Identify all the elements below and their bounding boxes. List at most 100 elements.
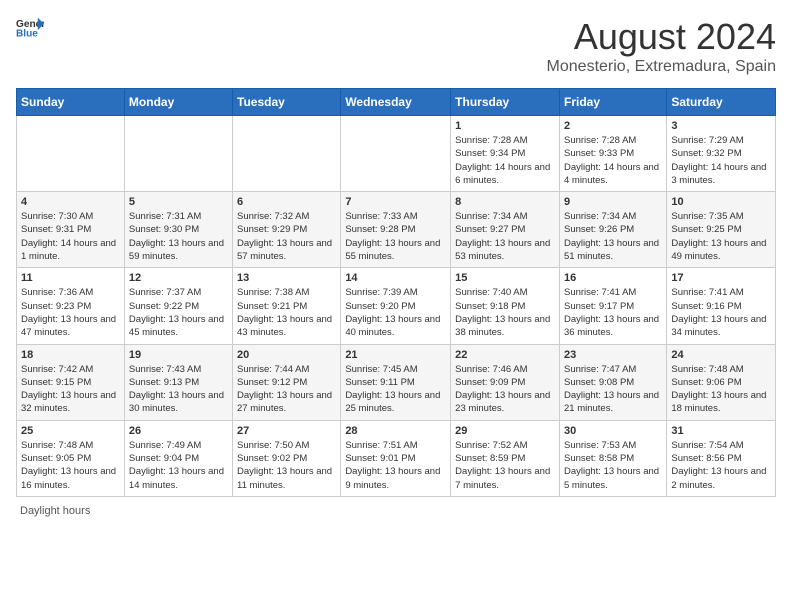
day-info: Sunrise: 7:35 AM Sunset: 9:25 PM Dayligh… [671, 210, 771, 263]
calendar-day-cell: 29 Sunrise: 7:52 AM Sunset: 8:59 PM Dayli… [451, 420, 560, 496]
day-number: 23 [564, 349, 662, 361]
calendar-day-cell [17, 116, 125, 192]
location: Monesterio, Extremadura, Spain [547, 58, 776, 76]
calendar-day-cell: 4 Sunrise: 7:30 AM Sunset: 9:31 PM Daylig… [17, 192, 125, 268]
calendar-day-cell: 18 Sunrise: 7:42 AM Sunset: 9:15 PM Dayli… [17, 344, 125, 420]
day-info: Sunrise: 7:37 AM Sunset: 9:22 PM Dayligh… [129, 286, 228, 339]
calendar-week-row: 18 Sunrise: 7:42 AM Sunset: 9:15 PM Dayli… [17, 344, 776, 420]
calendar-day-cell: 25Sunrise: 7:48 AM Sunset: 9:05 PM Dayli… [17, 420, 125, 496]
day-number: 2 [564, 120, 662, 132]
page: General Blue August 2024 Monesterio, Ext… [0, 0, 792, 527]
day-info: Sunrise: 7:47 AM Sunset: 9:08 PM Dayligh… [564, 363, 662, 416]
day-number: 15 [455, 272, 555, 284]
day-info: Sunrise: 7:30 AM Sunset: 9:31 PM Dayligh… [21, 210, 120, 263]
calendar-day-cell: 16 Sunrise: 7:41 AM Sunset: 9:17 PM Dayli… [559, 268, 666, 344]
day-info: Sunrise: 7:41 AM Sunset: 9:17 PM Dayligh… [564, 286, 662, 339]
day-number: 4 [21, 196, 120, 208]
calendar-header-cell: Wednesday [341, 89, 451, 116]
calendar-header-cell: Monday [124, 89, 232, 116]
day-number: 7 [345, 196, 446, 208]
calendar-day-cell: 1 Sunrise: 7:28 AM Sunset: 9:34 PM Daylig… [451, 116, 560, 192]
day-info: Sunrise: 7:32 AM Sunset: 9:29 PM Dayligh… [237, 210, 336, 263]
day-info: Sunrise: 7:39 AM Sunset: 9:20 PM Dayligh… [345, 286, 446, 339]
calendar-header-row: SundayMondayTuesdayWednesdayThursdayFrid… [17, 89, 776, 116]
calendar-day-cell: 23 Sunrise: 7:47 AM Sunset: 9:08 PM Dayli… [559, 344, 666, 420]
day-info: Sunrise: 7:48 AM Sunset: 9:06 PM Dayligh… [671, 363, 771, 416]
daylight-hours-label: Daylight hours [20, 505, 90, 517]
day-info: Sunrise: 7:28 AM Sunset: 9:34 PM Dayligh… [455, 134, 555, 187]
calendar-body: 1 Sunrise: 7:28 AM Sunset: 9:34 PM Daylig… [17, 116, 776, 497]
calendar-header-cell: Thursday [451, 89, 560, 116]
day-info: Sunrise: 7:52 AM Sunset: 8:59 PM Dayligh… [455, 439, 555, 492]
svg-text:Blue: Blue [16, 28, 38, 38]
day-number: 20 [237, 349, 336, 361]
calendar-day-cell: 27 Sunrise: 7:50 AM Sunset: 9:02 PM Dayli… [233, 420, 341, 496]
calendar-day-cell: 15 Sunrise: 7:40 AM Sunset: 9:18 PM Dayli… [451, 268, 560, 344]
calendar-day-cell [124, 116, 232, 192]
day-number: 13 [237, 272, 336, 284]
day-number: 19 [129, 349, 228, 361]
footer: Daylight hours [16, 505, 776, 517]
day-info: Sunrise: 7:29 AM Sunset: 9:32 PM Dayligh… [671, 134, 771, 187]
calendar-day-cell: 20 Sunrise: 7:44 AM Sunset: 9:12 PM Dayli… [233, 344, 341, 420]
calendar-day-cell: 31Sunrise: 7:54 AM Sunset: 8:56 PM Dayli… [667, 420, 776, 496]
calendar-day-cell: 7 Sunrise: 7:33 AM Sunset: 9:28 PM Daylig… [341, 192, 451, 268]
calendar-week-row: 1 Sunrise: 7:28 AM Sunset: 9:34 PM Daylig… [17, 116, 776, 192]
day-info: Sunrise: 7:38 AM Sunset: 9:21 PM Dayligh… [237, 286, 336, 339]
logo: General Blue [16, 16, 46, 38]
calendar-week-row: 25Sunrise: 7:48 AM Sunset: 9:05 PM Dayli… [17, 420, 776, 496]
day-info: Sunrise: 7:45 AM Sunset: 9:11 PM Dayligh… [345, 363, 446, 416]
day-info: Sunrise: 7:50 AM Sunset: 9:02 PM Dayligh… [237, 439, 336, 492]
calendar-day-cell: 30 Sunrise: 7:53 AM Sunset: 8:58 PM Dayli… [559, 420, 666, 496]
day-number: 6 [237, 196, 336, 208]
day-number: 10 [671, 196, 771, 208]
day-number: 14 [345, 272, 446, 284]
day-info: Sunrise: 7:42 AM Sunset: 9:15 PM Dayligh… [21, 363, 120, 416]
calendar-day-cell: 3 Sunrise: 7:29 AM Sunset: 9:32 PM Daylig… [667, 116, 776, 192]
calendar-day-cell: 8Sunrise: 7:34 AM Sunset: 9:27 PM Daylig… [451, 192, 560, 268]
day-info: Sunrise: 7:31 AM Sunset: 9:30 PM Dayligh… [129, 210, 228, 263]
day-number: 11 [21, 272, 120, 284]
day-number: 16 [564, 272, 662, 284]
calendar-day-cell: 14 Sunrise: 7:39 AM Sunset: 9:20 PM Dayli… [341, 268, 451, 344]
generalblue-logo-icon: General Blue [16, 16, 44, 38]
month-title: August 2024 [547, 16, 776, 58]
calendar-day-cell: 28 Sunrise: 7:51 AM Sunset: 9:01 PM Dayli… [341, 420, 451, 496]
day-info: Sunrise: 7:33 AM Sunset: 9:28 PM Dayligh… [345, 210, 446, 263]
day-info: Sunrise: 7:34 AM Sunset: 9:27 PM Dayligh… [455, 210, 555, 263]
calendar-day-cell: 21 Sunrise: 7:45 AM Sunset: 9:11 PM Dayli… [341, 344, 451, 420]
day-number: 30 [564, 425, 662, 437]
calendar-day-cell: 19 Sunrise: 7:43 AM Sunset: 9:13 PM Dayli… [124, 344, 232, 420]
calendar-day-cell: 12Sunrise: 7:37 AM Sunset: 9:22 PM Dayli… [124, 268, 232, 344]
day-info: Sunrise: 7:40 AM Sunset: 9:18 PM Dayligh… [455, 286, 555, 339]
day-info: Sunrise: 7:49 AM Sunset: 9:04 PM Dayligh… [129, 439, 228, 492]
calendar-header-cell: Tuesday [233, 89, 341, 116]
calendar-table: SundayMondayTuesdayWednesdayThursdayFrid… [16, 88, 776, 497]
day-info: Sunrise: 7:44 AM Sunset: 9:12 PM Dayligh… [237, 363, 336, 416]
day-info: Sunrise: 7:54 AM Sunset: 8:56 PM Dayligh… [671, 439, 771, 492]
day-info: Sunrise: 7:41 AM Sunset: 9:16 PM Dayligh… [671, 286, 771, 339]
day-number: 17 [671, 272, 771, 284]
day-info: Sunrise: 7:43 AM Sunset: 9:13 PM Dayligh… [129, 363, 228, 416]
day-info: Sunrise: 7:53 AM Sunset: 8:58 PM Dayligh… [564, 439, 662, 492]
day-info: Sunrise: 7:34 AM Sunset: 9:26 PM Dayligh… [564, 210, 662, 263]
day-number: 29 [455, 425, 555, 437]
day-number: 24 [671, 349, 771, 361]
day-number: 5 [129, 196, 228, 208]
calendar-day-cell: 6 Sunrise: 7:32 AM Sunset: 9:29 PM Daylig… [233, 192, 341, 268]
day-number: 25 [21, 425, 120, 437]
calendar-day-cell [341, 116, 451, 192]
calendar-week-row: 4 Sunrise: 7:30 AM Sunset: 9:31 PM Daylig… [17, 192, 776, 268]
day-number: 3 [671, 120, 771, 132]
calendar-day-cell: 5 Sunrise: 7:31 AM Sunset: 9:30 PM Daylig… [124, 192, 232, 268]
day-number: 28 [345, 425, 446, 437]
calendar-day-cell: 2Sunrise: 7:28 AM Sunset: 9:33 PM Daylig… [559, 116, 666, 192]
day-info: Sunrise: 7:51 AM Sunset: 9:01 PM Dayligh… [345, 439, 446, 492]
calendar-header-cell: Saturday [667, 89, 776, 116]
header: General Blue August 2024 Monesterio, Ext… [16, 16, 776, 76]
day-number: 27 [237, 425, 336, 437]
day-number: 18 [21, 349, 120, 361]
day-number: 22 [455, 349, 555, 361]
day-number: 21 [345, 349, 446, 361]
day-number: 1 [455, 120, 555, 132]
